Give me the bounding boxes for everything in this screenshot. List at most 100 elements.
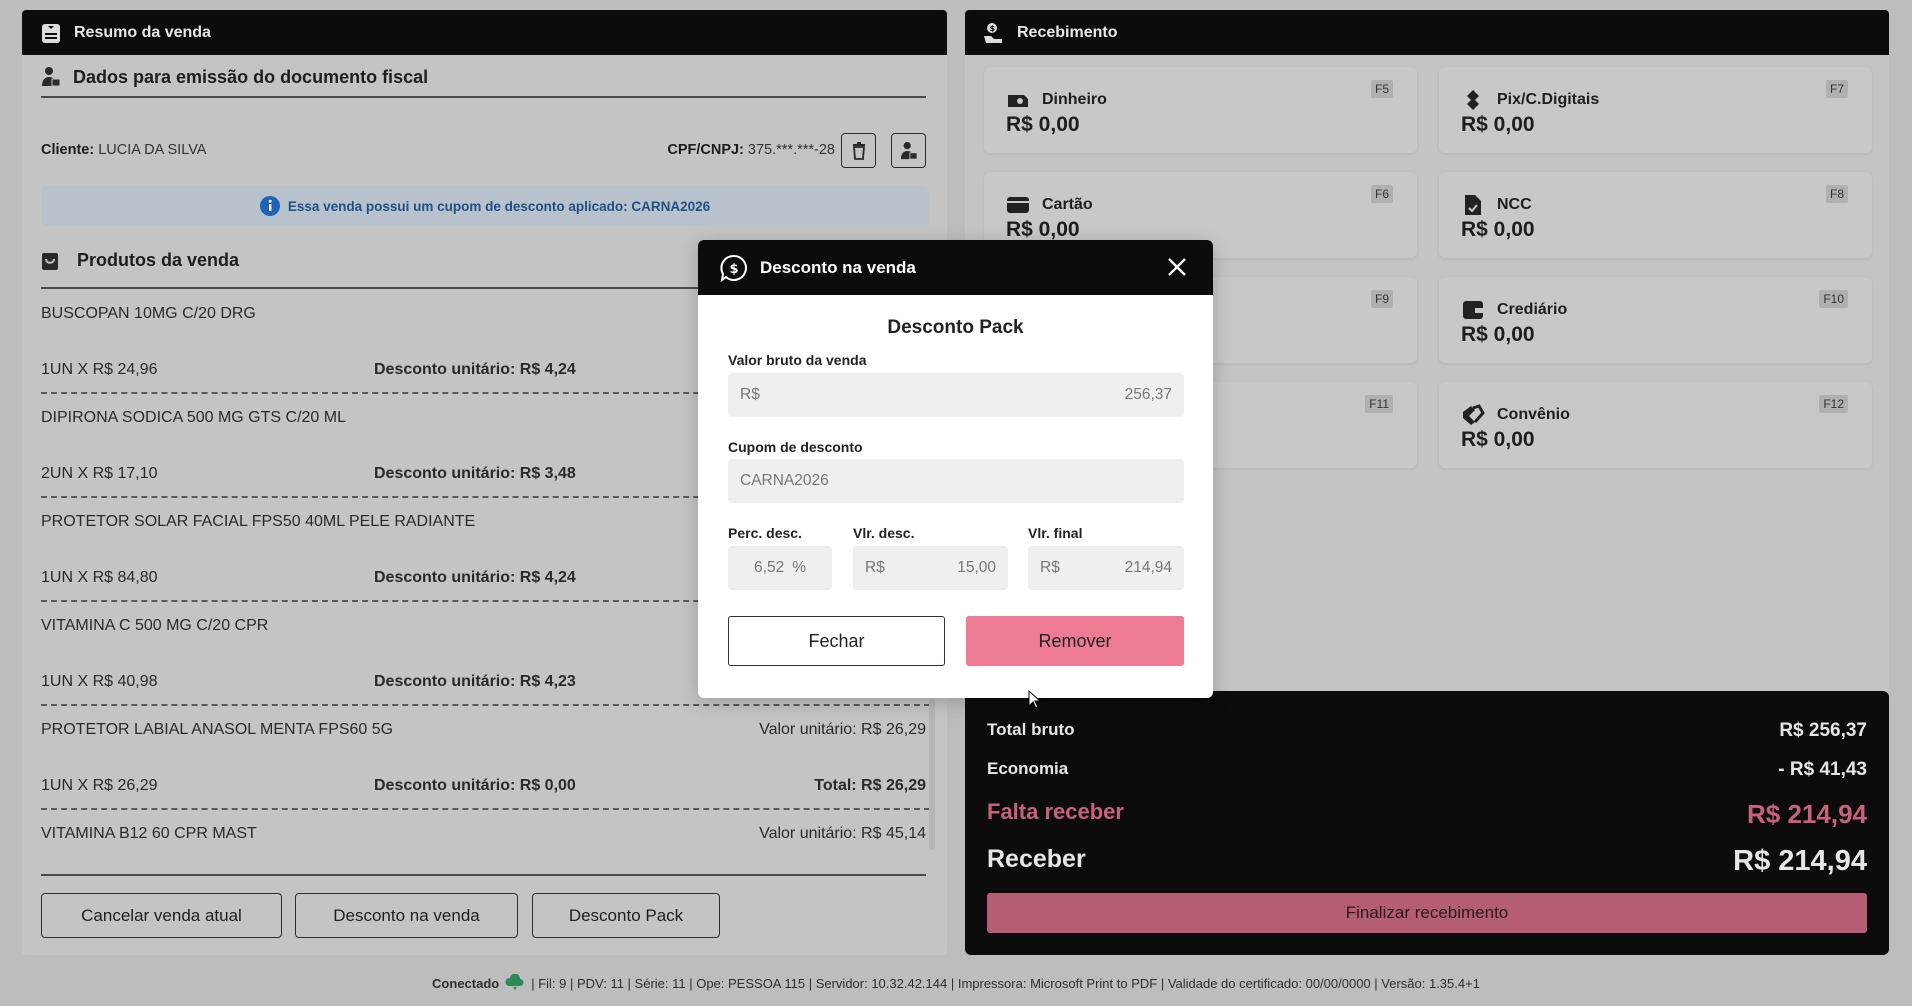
client-label: Cliente: <box>41 142 95 158</box>
status-bar: Conectado | Fil: 9 | PDV: 11 | Série: 11… <box>0 974 1912 992</box>
product-unit-price: Valor unitário: R$ 45,14 <box>759 825 926 842</box>
method-amount: R$ 0,00 <box>1006 113 1080 136</box>
fiscal-title-text: Dados para emissão do documento fiscal <box>73 66 429 87</box>
card-icon <box>1007 197 1029 213</box>
method-amount: R$ 0,00 <box>1461 428 1535 451</box>
percent-label: Perc. desc. <box>728 525 802 541</box>
method-label: Dinheiro <box>1042 91 1107 108</box>
mouse-cursor-icon <box>1028 690 1042 709</box>
product-item[interactable]: PROTETOR LABIAL ANASOL MENTA FPS60 5G Va… <box>41 706 930 810</box>
modal-subtitle: Desconto Pack <box>887 317 1024 338</box>
cancel-sale-button[interactable]: Cancelar venda atual <box>41 893 282 938</box>
close-button[interactable]: Fechar <box>728 616 945 666</box>
final-value-field[interactable]: R$ 214,94 <box>1028 546 1184 590</box>
product-discount: Desconto unitário: R$ 4,24 <box>374 569 576 586</box>
products-section-title: Produtos da venda <box>41 250 239 271</box>
total-bruto-label: Total bruto <box>987 720 1075 739</box>
method-label: NCC <box>1497 196 1532 213</box>
shortcut-badge: F7 <box>1825 80 1848 98</box>
method-amount: R$ 0,00 <box>1461 113 1535 136</box>
product-qty: 1UN X R$ 40,98 <box>41 673 158 690</box>
shortcut-badge: F12 <box>1819 395 1848 413</box>
pix-icon <box>1467 90 1479 110</box>
wallet-icon <box>1463 301 1483 319</box>
cpf-info: CPF/CNPJ: 375.***.***-28 <box>667 142 835 158</box>
receber-label: Receber <box>987 845 1086 873</box>
client-name: LUCIA DA SILVA <box>98 142 207 158</box>
info-banner-text: Essa venda possui um cupom de desconto a… <box>287 198 711 214</box>
product-qty: 1UN X R$ 84,80 <box>41 569 158 586</box>
cpf-label: CPF/CNPJ: <box>667 142 744 158</box>
gross-value: 256,37 <box>1124 386 1172 403</box>
method-label: Crediário <box>1497 301 1568 318</box>
product-item[interactable]: VITAMINA B12 60 CPR MAST Valor unitário:… <box>41 810 930 872</box>
finalize-payment-button[interactable]: Finalizar recebimento <box>987 893 1867 933</box>
method-label: Pix/C.Digitais <box>1497 91 1600 108</box>
discount-modal: $ Desconto na venda Desconto Pack Valor … <box>698 240 1213 698</box>
coupon-info-banner: Essa venda possui um cupom de desconto a… <box>41 186 929 226</box>
method-amount: R$ 0,00 <box>1461 323 1535 346</box>
document-check-icon <box>1465 195 1481 215</box>
shortcut-badge: F6 <box>1370 185 1393 203</box>
cloud-connected-icon <box>505 974 524 990</box>
discount-value: 15,00 <box>957 559 996 576</box>
product-name: VITAMINA C 500 MG C/20 CPR <box>41 617 269 634</box>
currency-prefix: R$ <box>1040 559 1060 576</box>
trash-icon <box>852 141 865 160</box>
payment-method-pix[interactable]: Pix/C.Digitais R$ 0,00 F7 <box>1439 67 1872 153</box>
falta-receber-label: Falta receber <box>987 799 1124 824</box>
sale-discount-button[interactable]: Desconto na venda <box>295 893 518 938</box>
handshake-icon <box>1463 404 1485 425</box>
remove-button[interactable]: Remover <box>966 616 1184 666</box>
client-info: Cliente: LUCIA DA SILVA <box>41 142 206 158</box>
coupon-value: CARNA2026 <box>740 472 829 489</box>
product-name: PROTETOR SOLAR FACIAL FPS50 40ML PELE RA… <box>41 513 476 530</box>
shortcut-badge: F10 <box>1819 290 1848 308</box>
gross-value-field[interactable]: R$ 256,37 <box>728 373 1184 417</box>
product-qty: 2UN X R$ 17,10 <box>41 465 158 482</box>
coupon-label: Cupom de desconto <box>728 439 863 455</box>
close-modal-button[interactable] <box>1163 253 1191 281</box>
method-label: Cartão <box>1042 196 1093 213</box>
payment-method-dinheiro[interactable]: Dinheiro R$ 0,00 F5 <box>984 67 1417 153</box>
products-title-text: Produtos da venda <box>77 250 240 270</box>
status-details: | Fil: 9 | PDV: 11 | Série: 11 | Ope: PE… <box>531 975 1480 991</box>
shortcut-badge: F8 <box>1825 185 1848 203</box>
modal-title: Desconto na venda <box>760 257 916 277</box>
product-name: DIPIRONA SODICA 500 MG GTS C/20 ML <box>41 409 346 426</box>
close-icon <box>1168 258 1186 276</box>
identify-client-button[interactable] <box>891 133 926 168</box>
discount-coin-icon: $ <box>720 254 747 282</box>
product-discount: Desconto unitário: R$ 3,48 <box>374 465 576 482</box>
payment-method-ncc[interactable]: NCC R$ 0,00 F8 <box>1439 172 1872 258</box>
payment-header: $ Recebimento <box>965 10 1889 55</box>
falta-receber-value: R$ 214,94 <box>1747 799 1867 829</box>
pack-discount-button[interactable]: Desconto Pack <box>532 893 720 938</box>
final-value-label: Vlr. final <box>1028 525 1083 541</box>
product-name: BUSCOPAN 10MG C/20 DRG <box>41 305 256 322</box>
connection-status: Conectado <box>432 975 500 991</box>
modal-header: $ Desconto na venda <box>698 240 1213 295</box>
total-bruto-value: R$ 256,37 <box>1779 720 1867 741</box>
payment-summary: Total bruto R$ 256,37 Economia - R$ 41,43 … <box>965 691 1889 955</box>
payment-method-crediario[interactable]: Crediário R$ 0,00 F10 <box>1439 277 1872 363</box>
percent-field[interactable]: 6,52% <box>728 546 832 590</box>
divider <box>41 96 926 98</box>
payment-title: Recebimento <box>1017 23 1118 41</box>
user-document-icon <box>900 141 918 160</box>
product-name: VITAMINA B12 60 CPR MAST <box>41 825 257 842</box>
discount-value-field[interactable]: R$ 15,00 <box>853 546 1008 590</box>
percent-value: 6,52 <box>754 559 785 576</box>
product-total: Total: R$ 26,29 <box>814 777 926 794</box>
remove-client-button[interactable] <box>841 133 876 168</box>
shortcut-badge: F11 <box>1365 395 1393 413</box>
shopping-bag-icon <box>42 252 58 270</box>
coupon-field[interactable]: CARNA2026 <box>728 459 1184 503</box>
gross-value-label: Valor bruto da venda <box>728 352 867 368</box>
receber-value: R$ 214,94 <box>1733 845 1867 877</box>
payment-method-convenio[interactable]: Convênio R$ 0,00 F12 <box>1439 382 1872 468</box>
final-value: 214,94 <box>1124 559 1172 576</box>
register-icon <box>42 23 60 43</box>
svg-text:$: $ <box>990 24 996 33</box>
product-unit-price: Valor unitário: R$ 26,29 <box>759 721 926 738</box>
